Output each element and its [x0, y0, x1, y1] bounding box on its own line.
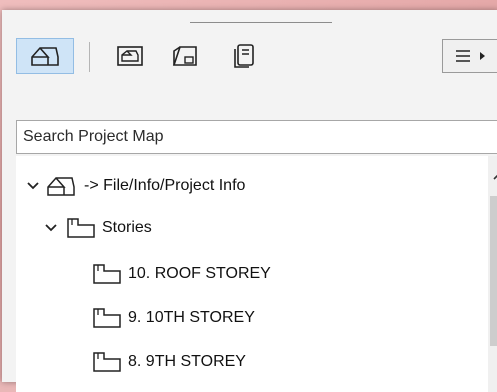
chevron-down-icon[interactable]	[44, 221, 58, 235]
project-map-icon	[29, 43, 61, 69]
tree-label-stories: Stories	[102, 219, 152, 236]
tree-item-stories[interactable]: Stories	[44, 208, 152, 248]
tree-label-story: 8. 9TH STOREY	[128, 353, 246, 370]
navigator-panel: Search Project Map -> File/Info/Project …	[2, 10, 497, 392]
chevron-down-icon[interactable]	[26, 179, 40, 193]
toolbar-separator	[89, 42, 90, 72]
tree-item-story[interactable]: 9. 10TH STOREY	[92, 298, 255, 338]
hamburger-menu-icon	[455, 48, 477, 64]
story-icon	[92, 307, 122, 329]
tree-item-story[interactable]: 10. ROOF STOREY	[92, 254, 271, 294]
story-folder-icon	[66, 217, 96, 239]
tree-label-project-info: -> File/Info/Project Info	[84, 177, 246, 194]
search-project-map-input[interactable]: Search Project Map	[16, 120, 497, 154]
layout-book-icon	[170, 43, 200, 69]
project-map-tree: -> File/Info/Project Info Stories 10. RO…	[16, 156, 497, 392]
project-map-button[interactable]	[16, 38, 74, 74]
story-icon	[92, 351, 122, 373]
scroll-up-icon[interactable]	[488, 166, 497, 186]
view-map-icon	[115, 44, 145, 68]
search-placeholder: Search Project Map	[23, 128, 164, 145]
publisher-sets-icon	[229, 42, 259, 70]
publisher-sets-button[interactable]	[224, 38, 264, 74]
tree-item-story[interactable]: 8. 9TH STOREY	[92, 342, 246, 382]
tree-label-story: 9. 10TH STOREY	[128, 309, 255, 326]
menu-arrow-icon	[479, 51, 487, 61]
tree-item-project-info[interactable]: -> File/Info/Project Info	[26, 166, 245, 206]
scrollbar-thumb[interactable]	[490, 196, 497, 346]
tree-scrollbar[interactable]	[488, 156, 497, 392]
tree-label-story: 10. ROOF STOREY	[128, 265, 271, 282]
navigator-menu-button[interactable]	[442, 39, 497, 73]
navigator-toolbar	[2, 38, 497, 108]
story-icon	[92, 263, 122, 285]
view-map-button[interactable]	[110, 38, 150, 74]
layout-book-button[interactable]	[165, 38, 205, 74]
project-map-icon	[46, 175, 78, 197]
panel-drag-grip[interactable]	[190, 22, 332, 23]
